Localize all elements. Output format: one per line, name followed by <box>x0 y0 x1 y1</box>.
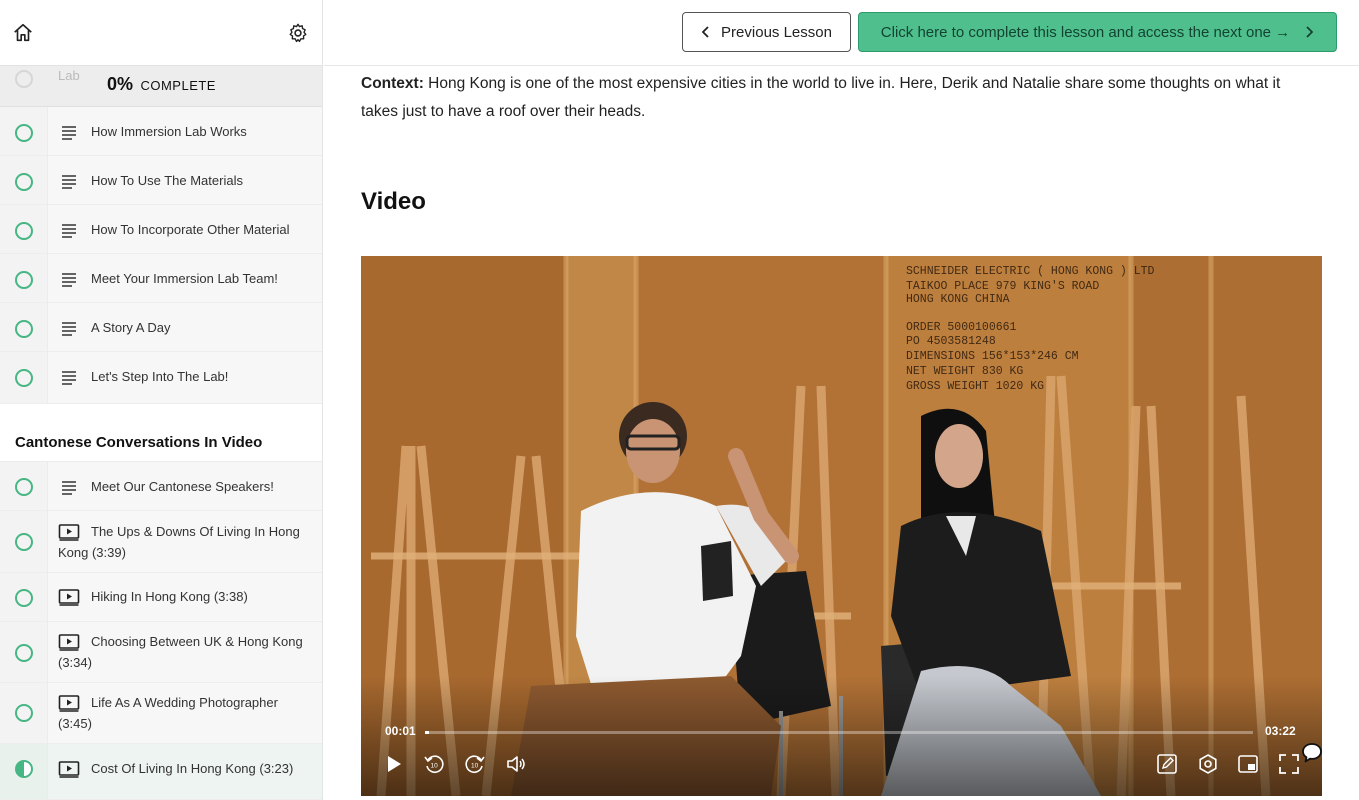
lesson-context: Context: Hong Kong is one of the most ex… <box>361 70 1321 126</box>
sidebar-lesson-item[interactable]: How Immersion Lab Works <box>0 107 322 156</box>
video-heading: Video <box>361 188 426 215</box>
sidebar-lesson-item[interactable]: Meet Your Immersion Lab Team! <box>0 254 322 303</box>
status-circle[interactable] <box>15 704 33 722</box>
status-circle[interactable] <box>15 124 33 142</box>
status-circle[interactable] <box>15 644 33 662</box>
play-icon[interactable] <box>383 753 405 775</box>
sidebar-lesson-item[interactable]: The Ups & Downs Of Living In Hong Kong (… <box>0 511 322 573</box>
status-circle[interactable] <box>15 478 33 496</box>
previous-lesson-label: Previous Lesson <box>721 23 832 41</box>
sidebar-lesson-item[interactable]: Choosing Between UK & Hong Kong (3:34) <box>0 622 322 683</box>
crate-stencil-line: HONG KONG CHINA <box>906 293 1010 306</box>
sidebar-lesson-item[interactable]: How To Incorporate Other Material <box>0 205 322 254</box>
notes-icon[interactable] <box>1156 753 1178 775</box>
status-circle-in-progress[interactable] <box>15 760 33 778</box>
chevron-left-icon <box>701 26 709 38</box>
lesson-title: The Ups & Downs Of Living In Hong Kong (… <box>58 524 300 560</box>
chat-bubble-icon[interactable] <box>1300 741 1324 765</box>
rewind-10-icon[interactable]: 10 <box>423 753 445 775</box>
status-circle[interactable] <box>15 589 33 607</box>
complete-and-continue-button[interactable]: Click here to complete this lesson and a… <box>858 12 1337 52</box>
progress-percent: 0% <box>107 74 134 94</box>
status-circle[interactable] <box>15 369 33 387</box>
crate-stencil-line: TAIKOO PLACE 979 KING'S ROAD <box>906 280 1099 293</box>
crate-stencil-line: ORDER 5000100661 <box>906 321 1017 334</box>
forward-10-icon[interactable]: 10 <box>464 753 486 775</box>
fullscreen-icon[interactable] <box>1278 753 1300 775</box>
chevron-right-icon <box>1306 26 1314 38</box>
lesson-title: Meet Your Immersion Lab Team! <box>91 271 278 286</box>
course-sidebar: Lab 0% COMPLETE How Immersion Lab Works … <box>0 0 323 800</box>
sidebar-lesson-item[interactable]: A Story A Day <box>0 303 322 352</box>
svg-text:10: 10 <box>431 763 439 770</box>
status-circle[interactable] <box>15 271 33 289</box>
picture-in-picture-icon[interactable] <box>1237 753 1259 775</box>
crate-stencil-line: NET WEIGHT 830 KG <box>906 365 1023 378</box>
status-circle[interactable] <box>15 173 33 191</box>
crate-stencil-line: DIMENSIONS 156*153*246 CM <box>906 350 1079 363</box>
gear-icon[interactable] <box>287 22 309 44</box>
video-frame[interactable]: SCHNEIDER ELECTRIC ( HONG KONG ) LTD TAI… <box>361 256 1322 796</box>
status-circle[interactable] <box>15 320 33 338</box>
seek-bar-progress <box>425 731 430 734</box>
status-circle[interactable] <box>15 533 33 551</box>
settings-icon[interactable] <box>1197 753 1219 775</box>
complete-and-continue-label: Click here to complete this lesson and a… <box>880 23 1291 41</box>
context-label: Context: <box>361 75 424 92</box>
progress-label: COMPLETE <box>140 78 216 93</box>
video-player[interactable]: SCHNEIDER ELECTRIC ( HONG KONG ) LTD TAI… <box>361 256 1322 796</box>
lesson-title: How To Incorporate Other Material <box>91 222 290 237</box>
lesson-title: How To Use The Materials <box>91 173 243 188</box>
status-circle[interactable] <box>15 222 33 240</box>
status-circle <box>15 70 33 88</box>
duration: 03:22 <box>1265 724 1296 738</box>
crate-stencil-line: PO 4503581248 <box>906 335 996 348</box>
sidebar-lesson-item[interactable]: How To Use The Materials <box>0 156 322 205</box>
sidebar-lesson-item[interactable]: Hiking In Hong Kong (3:38) <box>0 573 322 622</box>
lesson-title: How Immersion Lab Works <box>91 124 247 139</box>
seek-bar[interactable] <box>425 731 1253 734</box>
lesson-title: Hiking In Hong Kong (3:38) <box>91 589 248 604</box>
sidebar-lesson-item[interactable]: Life As A Wedding Photographer (3:45) <box>0 683 322 744</box>
sidebar-lesson-item-active[interactable]: Cost Of Living In Hong Kong (3:23) <box>0 744 322 800</box>
sidebar-lesson-item[interactable]: Meet Our Cantonese Speakers! <box>0 462 322 511</box>
lesson-title: Let's Step Into The Lab! <box>91 369 229 384</box>
lesson-title: Life As A Wedding Photographer (3:45) <box>58 695 278 731</box>
sidebar-lesson-item[interactable]: Let's Step Into The Lab! <box>0 352 322 404</box>
sidebar-section-header: Cantonese Conversations In Video <box>0 404 322 462</box>
lesson-title: Choosing Between UK & Hong Kong (3:34) <box>58 634 303 670</box>
context-text: Hong Kong is one of the most expensive c… <box>361 75 1281 120</box>
crate-stencil-line: GROSS WEIGHT 1020 KG <box>906 380 1044 393</box>
lesson-title: A Story A Day <box>91 320 171 335</box>
crate-stencil-line: SCHNEIDER ELECTRIC ( HONG KONG ) LTD <box>906 265 1155 278</box>
svg-text:10: 10 <box>471 763 479 770</box>
current-time: 00:01 <box>385 724 416 738</box>
previous-lesson-button[interactable]: Previous Lesson <box>682 12 851 52</box>
course-progress: Lab 0% COMPLETE <box>0 66 322 107</box>
progress-behind-text: Lab <box>58 68 80 83</box>
volume-icon[interactable] <box>505 753 527 775</box>
section-title: Cantonese Conversations In Video <box>15 434 263 451</box>
sidebar-header <box>0 0 322 66</box>
home-icon[interactable] <box>12 22 34 44</box>
lesson-title: Meet Our Cantonese Speakers! <box>91 479 274 494</box>
lesson-topbar: Previous Lesson Click here to complete t… <box>324 0 1359 66</box>
lesson-title: Cost Of Living In Hong Kong (3:23) <box>91 761 294 776</box>
